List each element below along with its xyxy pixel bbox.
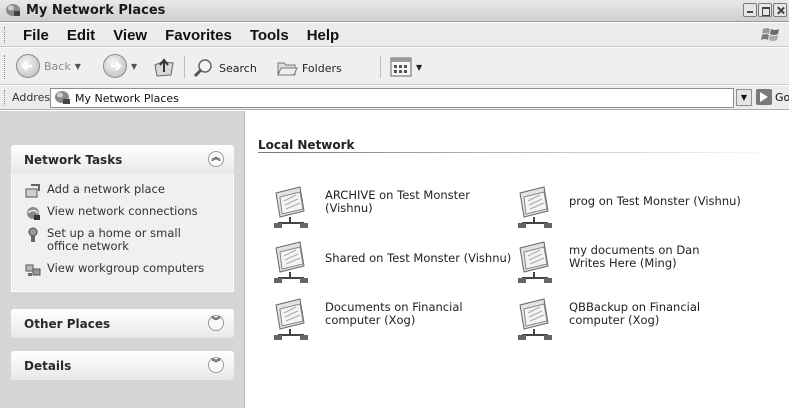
- folders-label: Folders: [302, 61, 342, 75]
- maximize-button[interactable]: [758, 3, 772, 17]
- collapse-chevron-icon[interactable]: ︽: [208, 151, 224, 167]
- workgroup-computers-icon: [25, 264, 41, 276]
- back-label: Back: [44, 59, 71, 73]
- close-button[interactable]: [773, 3, 787, 17]
- share-item[interactable]: Documents on Financial computer (Xog): [270, 293, 520, 343]
- go-label: Go: [775, 90, 789, 104]
- views-button[interactable]: ▼: [390, 57, 422, 77]
- network-folder-icon: [274, 241, 308, 283]
- window-controls: [743, 3, 787, 17]
- menu-view[interactable]: View: [104, 27, 156, 44]
- up-folder-icon[interactable]: [152, 56, 176, 78]
- network-tasks-header[interactable]: Network Tasks ︽: [11, 145, 234, 174]
- task-setup-home-network[interactable]: Set up a home or small office network: [25, 227, 185, 253]
- forward-arrow-icon: [103, 54, 127, 78]
- back-button[interactable]: Back ▼: [16, 54, 81, 78]
- views-grid-icon: [390, 57, 412, 77]
- menu-tools[interactable]: Tools: [241, 27, 298, 44]
- network-folder-icon: [274, 298, 308, 340]
- task-view-network-connections[interactable]: View network connections: [25, 205, 198, 221]
- window-title: My Network Places: [26, 3, 166, 18]
- share-label: my documents on Dan Writes Here (Ming): [569, 243, 700, 270]
- network-tasks-title: Network Tasks: [24, 153, 123, 167]
- share-item[interactable]: ARCHIVE on Test Monster (Vishnu): [270, 181, 520, 231]
- other-places-header[interactable]: Other Places ︾: [11, 309, 234, 338]
- forward-dropdown-icon: ▼: [131, 61, 138, 71]
- task-label: View network connections: [47, 204, 198, 218]
- home-network-setup-icon: [28, 227, 38, 242]
- expand-chevron-icon[interactable]: ︾: [208, 315, 224, 331]
- task-label: Set up a home or small office network: [47, 226, 181, 253]
- go-arrow-icon: [756, 89, 772, 105]
- task-label: Add a network place: [47, 182, 165, 196]
- menubar-grip[interactable]: [4, 27, 7, 43]
- task-label: View workgroup computers: [47, 261, 205, 275]
- go-button[interactable]: Go: [756, 89, 789, 105]
- address-value: My Network Places: [75, 92, 179, 105]
- toolbar-grip[interactable]: [4, 55, 7, 79]
- menu-favorites[interactable]: Favorites: [156, 27, 241, 44]
- windows-logo-icon: [761, 28, 779, 41]
- share-label: Shared on Test Monster (Vishnu): [325, 251, 512, 265]
- group-divider: [258, 152, 784, 153]
- search-label: Search: [219, 61, 257, 75]
- network-folder-icon: [518, 186, 552, 228]
- menu-file[interactable]: File: [14, 27, 58, 44]
- network-places-icon: [55, 91, 70, 104]
- network-folder-icon: [518, 298, 552, 340]
- group-title: Local Network: [258, 138, 355, 152]
- network-tasks-body: Add a network place View network connect…: [11, 174, 234, 292]
- share-label: QBBackup on Financial computer (Xog): [569, 300, 701, 327]
- title-bar: My Network Places: [0, 0, 789, 22]
- back-arrow-icon: [16, 54, 40, 78]
- back-dropdown-icon: ▼: [74, 61, 81, 71]
- share-label: Documents on Financial computer (Xog): [325, 300, 463, 327]
- search-icon: [193, 59, 212, 78]
- standard-toolbar: Back ▼ ▼ Search Folders ▼: [0, 48, 789, 85]
- menu-help[interactable]: Help: [298, 27, 349, 44]
- folders-button[interactable]: Folders: [276, 58, 342, 78]
- task-add-network-place[interactable]: Add a network place: [25, 183, 165, 199]
- share-item[interactable]: my documents on Dan Writes Here (Ming): [514, 236, 764, 286]
- search-button[interactable]: Search: [193, 58, 257, 78]
- forward-button[interactable]: ▼: [103, 54, 137, 78]
- share-item[interactable]: Shared on Test Monster (Vishnu): [270, 236, 520, 286]
- details-title: Details: [24, 359, 72, 373]
- network-places-icon: [6, 4, 20, 16]
- details-header[interactable]: Details ︾: [11, 351, 234, 380]
- share-item[interactable]: prog on Test Monster (Vishnu): [514, 181, 764, 231]
- menu-bar: File Edit View Favorites Tools Help: [0, 23, 789, 47]
- share-item[interactable]: QBBackup on Financial computer (Xog): [514, 293, 764, 343]
- network-connections-icon: [27, 207, 40, 220]
- expand-chevron-icon[interactable]: ︾: [208, 357, 224, 373]
- address-bar: Address My Network Places ▼ Go: [0, 86, 789, 110]
- other-places-title: Other Places: [24, 317, 111, 331]
- folders-icon: [277, 62, 298, 76]
- address-dropdown-button[interactable]: ▼: [736, 89, 752, 106]
- network-folder-icon: [518, 241, 552, 283]
- views-dropdown-icon: ▼: [416, 62, 423, 72]
- task-view-workgroup-computers[interactable]: View workgroup computers: [25, 262, 204, 278]
- add-network-place-icon: [25, 184, 40, 198]
- share-label: ARCHIVE on Test Monster (Vishnu): [325, 188, 470, 215]
- task-pane: Network Tasks ︽ Add a network place View…: [0, 111, 245, 408]
- menu-edit[interactable]: Edit: [58, 27, 104, 44]
- address-input[interactable]: My Network Places: [50, 88, 734, 108]
- share-label: prog on Test Monster (Vishnu): [569, 194, 741, 208]
- file-view: Local Network ARCHIVE on Test Monster (V…: [246, 111, 789, 408]
- network-folder-icon: [274, 186, 308, 228]
- addressbar-grip[interactable]: [4, 90, 7, 106]
- minimize-button[interactable]: [743, 3, 757, 17]
